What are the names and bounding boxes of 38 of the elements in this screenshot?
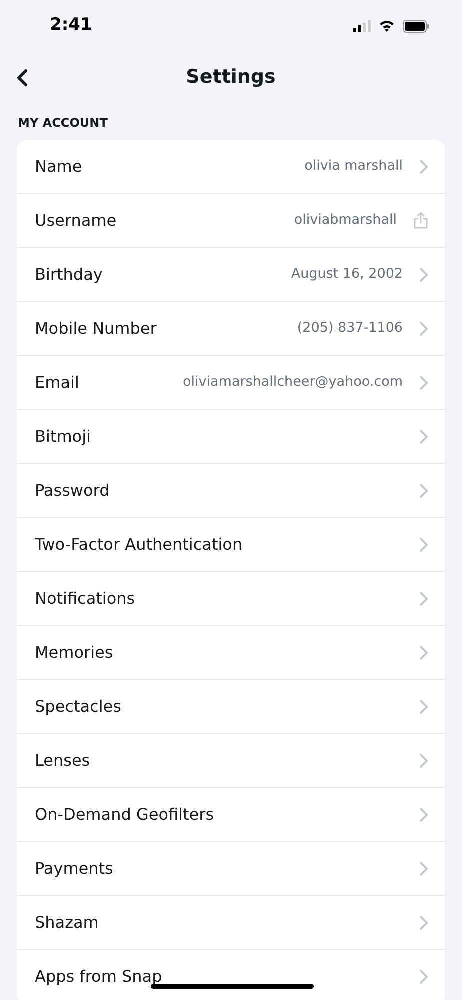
settings-row[interactable]: Two-Factor Authentication: [17, 518, 445, 572]
share-icon: [413, 212, 429, 229]
chevron-icon: [419, 698, 429, 714]
chevron-icon: [419, 914, 429, 930]
chevron-icon: [419, 536, 429, 552]
chevron-icon: [419, 644, 429, 660]
chevron-icon: [419, 968, 429, 984]
battery-icon: [403, 20, 430, 32]
settings-row[interactable]: Bitmoji: [17, 410, 445, 464]
chevron-icon: [419, 482, 429, 498]
wifi-icon: [379, 20, 395, 32]
settings-row[interactable]: Shazam: [17, 896, 445, 950]
settings-row[interactable]: Password: [17, 464, 445, 518]
settings-row[interactable]: Email oliviamarshallcheer@yahoo.com: [17, 356, 445, 410]
settings-row[interactable]: Lenses: [17, 734, 445, 788]
section-heading: MY ACCOUNT: [17, 115, 109, 132]
settings-row[interactable]: Memories: [17, 626, 445, 680]
chevron-icon: [419, 590, 429, 606]
chevron-icon: [419, 752, 429, 768]
settings-row[interactable]: On-Demand Geofilters: [17, 788, 445, 842]
chevron-icon: [419, 158, 429, 174]
signal-icon: [353, 20, 371, 32]
settings-row[interactable]: Notifications: [17, 572, 445, 626]
settings-row[interactable]: Spectacles: [17, 680, 445, 734]
back-icon: [16, 68, 28, 87]
chevron-icon: [419, 374, 429, 390]
settings-row[interactable]: Payments: [17, 842, 445, 896]
chevron-icon: [419, 860, 429, 876]
status-time: 2:41: [50, 14, 92, 38]
settings-row[interactable]: Username oliviabmarshall: [17, 194, 445, 248]
settings-row[interactable]: Birthday August 16, 2002: [17, 248, 445, 302]
settings-row[interactable]: Mobile Number (205) 837-1106: [17, 302, 445, 356]
chevron-icon: [419, 266, 429, 282]
chevron-icon: [419, 806, 429, 822]
page-title: Settings: [186, 64, 276, 90]
settings-row[interactable]: Name olivia marshall: [17, 140, 445, 194]
chevron-icon: [419, 320, 429, 336]
chevron-icon: [419, 428, 429, 444]
